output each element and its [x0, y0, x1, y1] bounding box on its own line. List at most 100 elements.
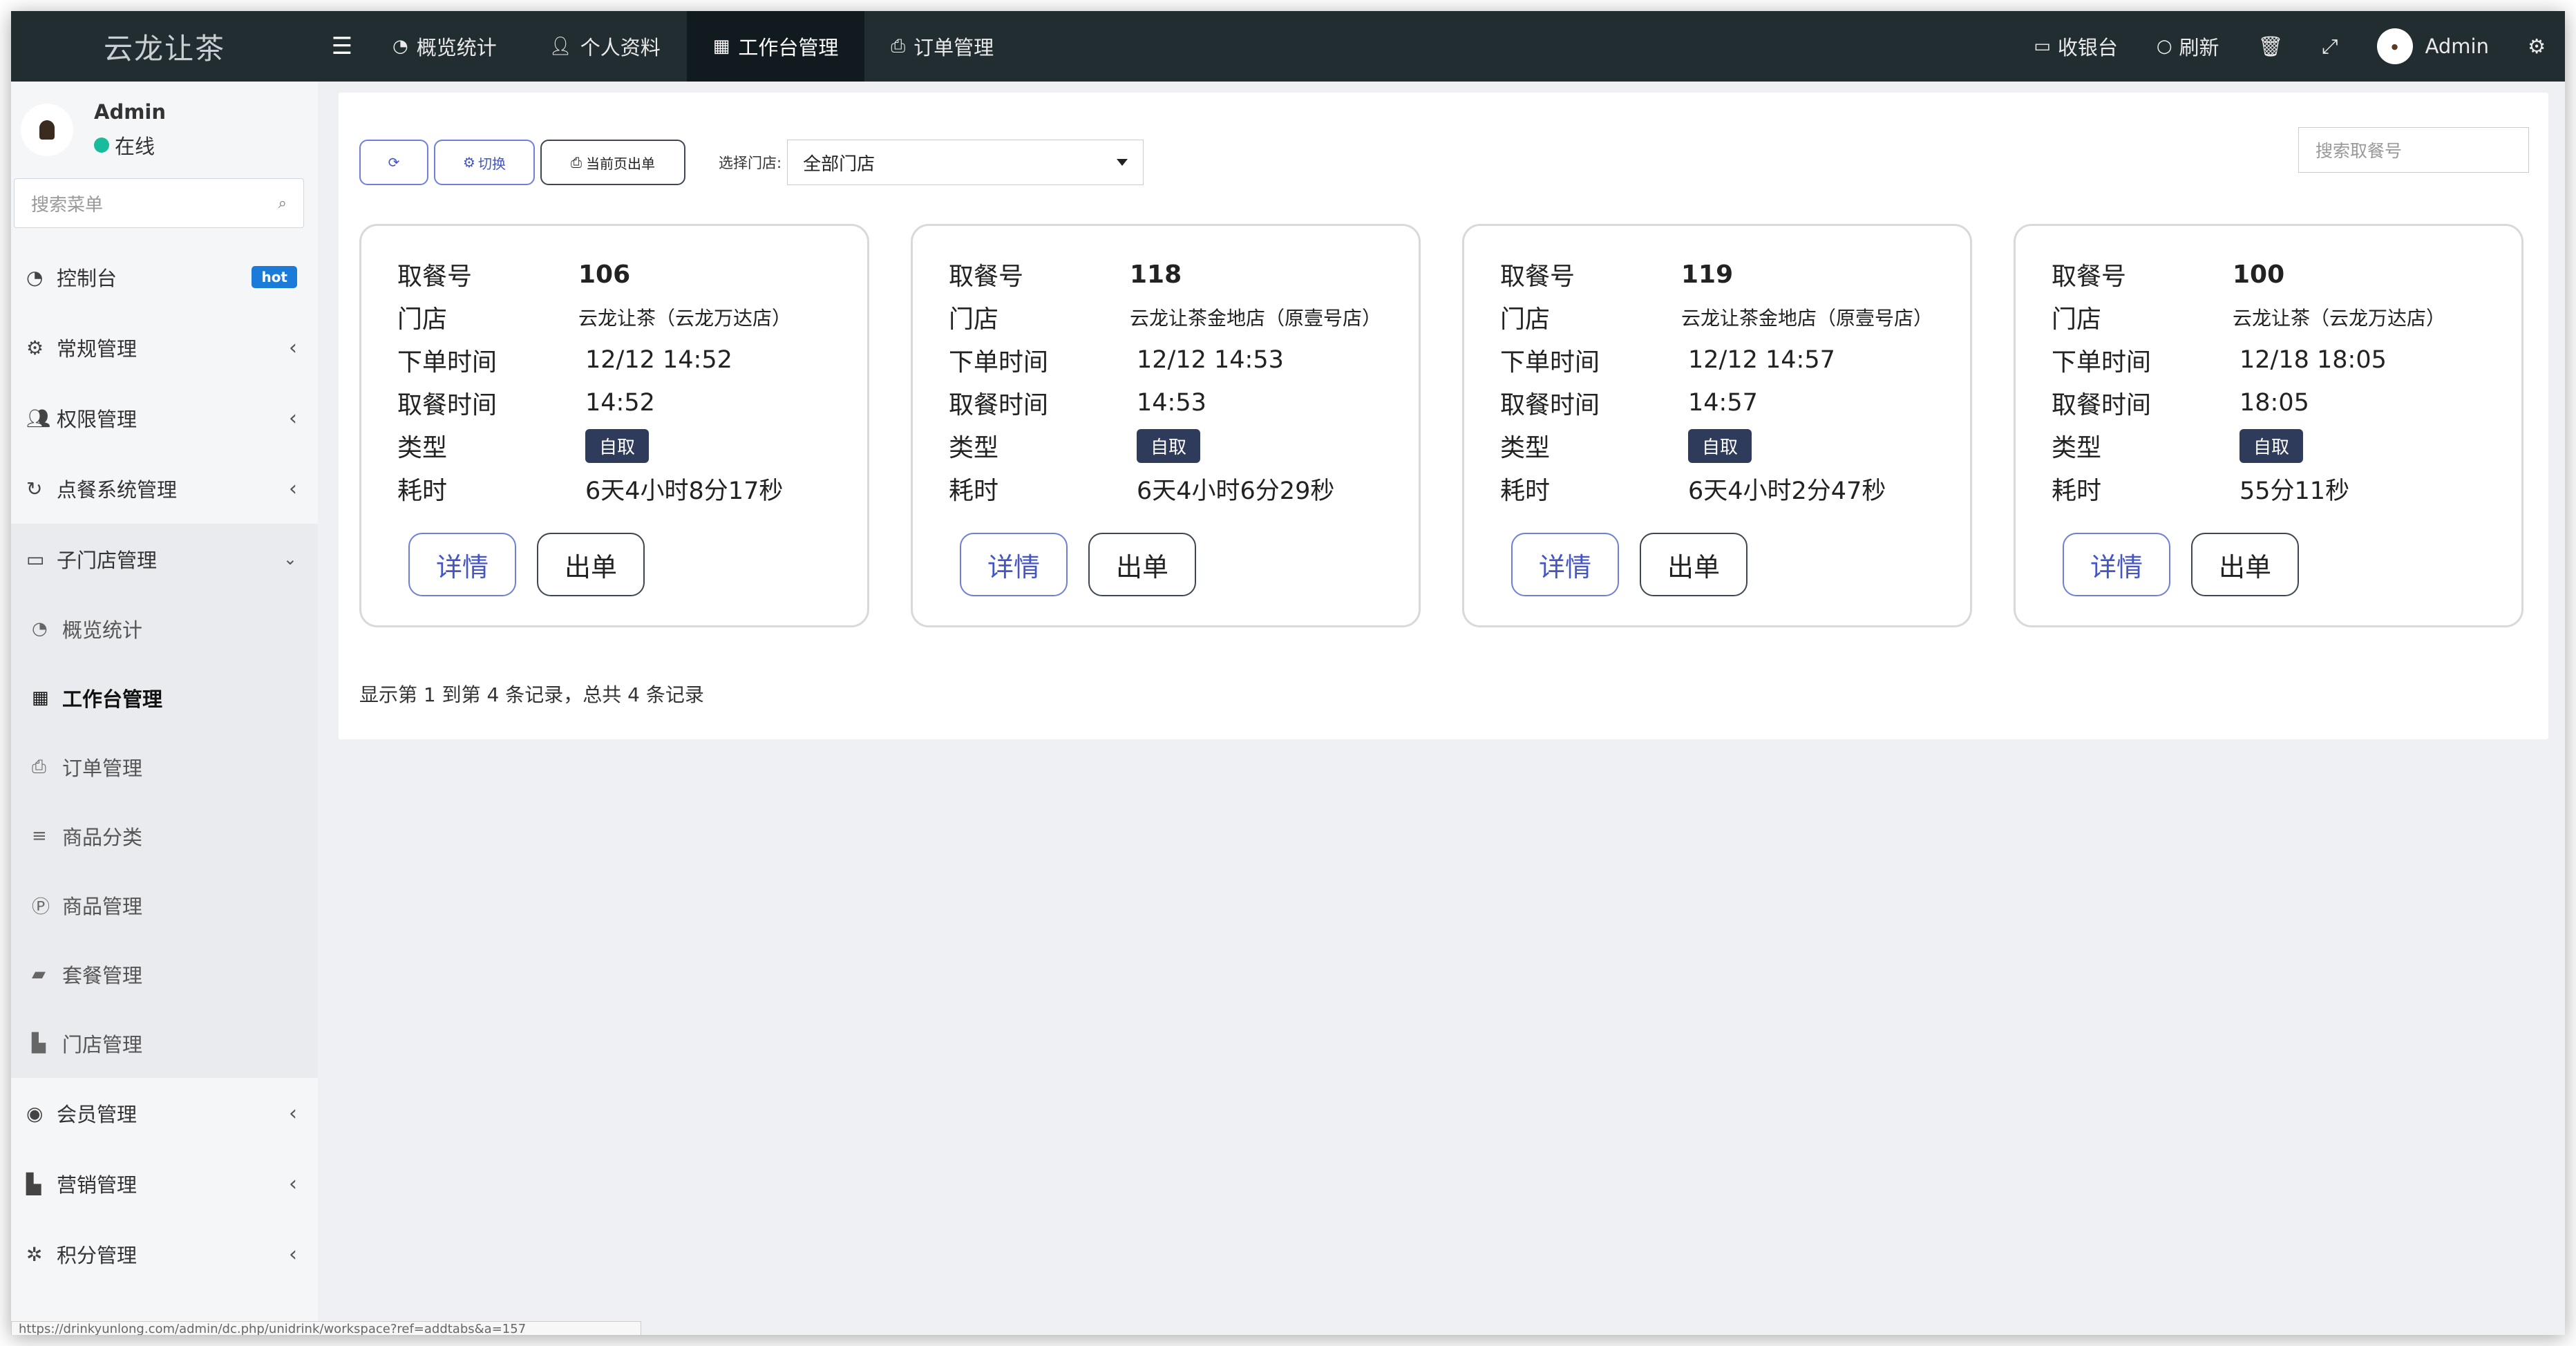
- clear-cache-button[interactable]: 🗑︎: [2239, 11, 2303, 82]
- number-label: 取餐号: [949, 263, 1024, 291]
- hot-badge: hot: [252, 266, 297, 288]
- order-card: 取餐号 118 门店 云龙让茶金地店（原壹号店） 下单时间 12/12 14:5…: [911, 224, 1421, 627]
- browser-status-url: https://drinkyunlong.com/admin/dc.php/un…: [11, 1321, 641, 1335]
- user-menu-name: Admin: [2425, 35, 2489, 58]
- top-nav-tabs: ◔ 概览统计 👤︎ 个人资料 ▦ 工作台管理 ⎙ 订单管理: [366, 11, 1020, 82]
- sidebar-item-members[interactable]: ◉ 会员管理 ‹: [11, 1078, 318, 1148]
- sidebar-subitem-stores[interactable]: ▙ 门店管理: [11, 1009, 318, 1078]
- detail-button[interactable]: 详情: [1511, 533, 1619, 596]
- pickup-time: 14:53: [1137, 389, 1206, 417]
- order-search-placeholder: 搜索取餐号: [2315, 141, 2403, 161]
- topnav-tab-profile[interactable]: 👤︎ 个人资料: [523, 11, 687, 82]
- online-dot-icon: [94, 138, 109, 153]
- refresh-list-button[interactable]: ⟳: [359, 140, 428, 185]
- chevron-left-icon: ‹: [289, 1171, 297, 1196]
- store-label: 门店: [397, 305, 448, 334]
- dashboard-icon: ◔: [32, 618, 48, 639]
- store-select-value: 全部门店: [803, 153, 875, 175]
- sidebar-item-console[interactable]: ◔ 控制台 hot: [11, 242, 318, 312]
- sidebar-item-label: 会员管理: [57, 1103, 138, 1126]
- detail-button[interactable]: 详情: [2063, 533, 2170, 596]
- hamburger-icon: ☰: [331, 32, 353, 60]
- topnav-tab-label: 订单管理: [913, 36, 994, 59]
- pagination-info: 显示第 1 到第 4 条记录，总共 4 条记录: [359, 683, 704, 706]
- trash-icon: 🗑︎: [2257, 34, 2284, 58]
- gears-icon: ⚙: [2528, 35, 2546, 58]
- app-logo[interactable]: 云龙让茶: [11, 11, 318, 82]
- type-badge: 自取: [1688, 428, 1752, 463]
- menu-search-input[interactable]: 搜索菜单 ⌕: [14, 178, 304, 228]
- type-badge: 自取: [1137, 428, 1201, 463]
- sidebar-item-label: 权限管理: [57, 408, 138, 431]
- print-order-button[interactable]: 出单: [1088, 533, 1196, 596]
- topnav-tab-orders[interactable]: ⎙ 订单管理: [864, 11, 1020, 82]
- elapsed-time: 6天4小时6分29秒: [1137, 477, 1335, 505]
- sidebar-item-permissions[interactable]: 👥︎ 权限管理 ‹: [11, 383, 318, 453]
- pickup-time-label: 取餐时间: [1500, 391, 1600, 419]
- refresh-button[interactable]: ○ 刷新: [2137, 11, 2239, 82]
- print-current-page-button[interactable]: ⎙ 当前页出单: [540, 140, 685, 185]
- order-store: 云龙让茶金地店（原壹号店）: [1130, 307, 1382, 330]
- topnav-tab-workspace[interactable]: ▦ 工作台管理: [686, 11, 865, 82]
- elapsed-time: 55分11秒: [2239, 477, 2350, 505]
- type-label: 类型: [397, 434, 448, 462]
- order-number-search-input[interactable]: 搜索取餐号: [2298, 127, 2529, 173]
- order-number: 100: [2233, 260, 2285, 289]
- order-time-label: 下单时间: [949, 348, 1049, 377]
- elapsed-time: 6天4小时2分47秒: [1688, 477, 1886, 505]
- store-select[interactable]: 全部门店: [787, 140, 1144, 185]
- pickup-time-label: 取餐时间: [2052, 391, 2152, 419]
- sidebar-item-ordering-system[interactable]: ↻ 点餐系统管理 ‹: [11, 453, 318, 524]
- sidebar-subitem-label: 商品分类: [62, 826, 143, 849]
- sidebar-subitem-combos[interactable]: ▰ 套餐管理: [11, 940, 318, 1009]
- type-badge: 自取: [2239, 428, 2304, 463]
- toolbar: ⟳ ⚙ 切换 ⎙ 当前页出单 选择门店: 全部门店: [359, 140, 1144, 185]
- sidebar-item-general[interactable]: ⚙ 常规管理 ‹: [11, 312, 318, 383]
- print-order-button[interactable]: 出单: [2191, 533, 2299, 596]
- sidebar-item-label: 子门店管理: [57, 549, 158, 572]
- fullscreen-button[interactable]: ⤢: [2302, 11, 2357, 82]
- user-status: 在线: [94, 131, 166, 160]
- number-label: 取餐号: [1500, 263, 1575, 291]
- store-icon: ▙: [32, 1033, 46, 1054]
- expand-icon: ⤢: [2322, 34, 2338, 58]
- sidebar-toggle-button[interactable]: ☰: [318, 11, 366, 82]
- sidebar-subitem-overview[interactable]: ◔ 概览统计: [11, 594, 318, 663]
- sidebar-item-points[interactable]: ✲ 积分管理 ‹: [11, 1219, 318, 1289]
- top-navbar: 云龙让茶 ☰ ◔ 概览统计 👤︎ 个人资料 ▦ 工作台管理 ⎙ 订单管理 ▭ 收…: [11, 11, 2565, 82]
- cashier-button[interactable]: ▭ 收银台: [2014, 11, 2137, 82]
- user-menu[interactable]: ● Admin: [2358, 11, 2508, 82]
- detail-button[interactable]: 详情: [960, 533, 1068, 596]
- chevron-down-icon: ⌄: [283, 549, 297, 569]
- top-right-actions: ▭ 收银台 ○ 刷新 🗑︎ ⤢ ● Admin ⚙: [2014, 11, 2565, 82]
- cog-icon: ⚙: [463, 154, 475, 171]
- chevron-left-icon: ‹: [289, 335, 297, 360]
- sidebar-subitem-orders[interactable]: ⎙ 订单管理: [11, 732, 318, 802]
- settings-button[interactable]: ⚙: [2508, 11, 2565, 82]
- sidebar-subitem-products[interactable]: Ⓟ 商品管理: [11, 871, 318, 940]
- pickup-time: 14:52: [585, 389, 655, 417]
- print-order-button[interactable]: 出单: [1640, 533, 1748, 596]
- sidebar-item-sub-stores[interactable]: ▭ 子门店管理 ⌄: [11, 524, 318, 594]
- sidebar-subitem-label: 订单管理: [62, 757, 143, 780]
- sync-icon: ↻: [26, 477, 43, 500]
- user-panel: Admin 在线: [11, 82, 318, 178]
- store-icon: ▙: [26, 1172, 41, 1195]
- sidebar-subitem-label: 门店管理: [62, 1033, 143, 1056]
- sidebar-subitem-categories[interactable]: ≡ 商品分类: [11, 802, 318, 871]
- sidebar-item-marketing[interactable]: ▙ 营销管理 ‹: [11, 1148, 318, 1219]
- app-window: 云龙让茶 ☰ ◔ 概览统计 👤︎ 个人资料 ▦ 工作台管理 ⎙ 订单管理 ▭ 收…: [11, 11, 2565, 1335]
- briefcase-icon: ▰: [32, 964, 46, 985]
- print-order-button[interactable]: 出单: [537, 533, 645, 596]
- switch-button[interactable]: ⚙ 切换: [434, 140, 535, 185]
- order-card: 取餐号 106 门店 云龙让茶（云龙万达店） 下单时间 12/12 14:52 …: [359, 224, 869, 627]
- number-label: 取餐号: [2052, 263, 2127, 291]
- number-label: 取餐号: [397, 263, 473, 291]
- topnav-tab-overview[interactable]: ◔ 概览统计: [366, 11, 523, 82]
- detail-button[interactable]: 详情: [408, 533, 516, 596]
- elapsed-time: 6天4小时8分17秒: [585, 477, 784, 505]
- search-icon[interactable]: ⌕: [278, 195, 287, 212]
- sidebar-subitem-workspace[interactable]: ▦ 工作台管理: [11, 663, 318, 732]
- user-icon: 👤︎: [549, 36, 572, 57]
- print-icon: ⎙: [891, 35, 906, 57]
